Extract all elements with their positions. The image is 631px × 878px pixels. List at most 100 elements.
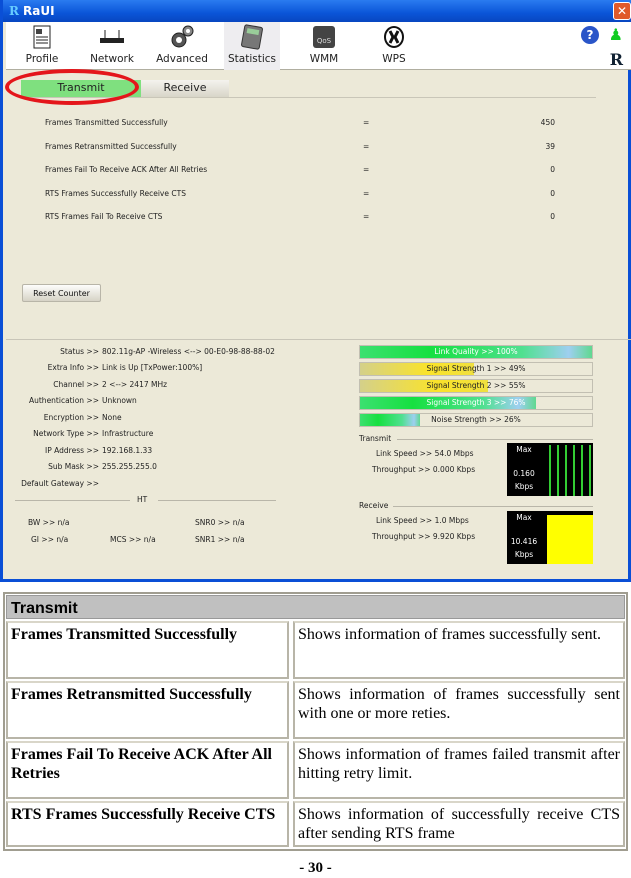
table-row: Frames Transmitted Successfully Shows in… bbox=[6, 621, 625, 679]
ht-snr1: SNR1 >> n/a bbox=[195, 535, 245, 544]
info-row: Channel >> bbox=[3, 380, 99, 392]
title-bar: R RaUI ✕ bbox=[3, 0, 631, 22]
toolbar-advanced-label: Advanced bbox=[156, 53, 208, 65]
receive-monitor: Max 10.416 Kbps bbox=[507, 511, 593, 564]
stat-eq: = bbox=[363, 212, 370, 221]
toolbar-network[interactable]: Network bbox=[84, 22, 140, 70]
stat-row: Frames Transmitted Successfully = 450 bbox=[45, 118, 565, 130]
table-desc: Shows information of successfully receiv… bbox=[293, 801, 625, 847]
toolbar-profile[interactable]: Profile bbox=[14, 22, 70, 70]
reset-counter-button[interactable]: Reset Counter bbox=[22, 284, 101, 302]
toolbar-advanced[interactable]: Advanced bbox=[154, 22, 210, 70]
stat-label: RTS Frames Successfully Receive CTS bbox=[45, 189, 186, 198]
signal-bar: Noise Strength >> 26% bbox=[359, 413, 593, 427]
toolbar-wmm[interactable]: QoS WMM bbox=[296, 22, 352, 70]
receive-max-value: 10.416 bbox=[510, 537, 538, 546]
wps-icon bbox=[366, 22, 422, 52]
ht-divider-left bbox=[15, 500, 130, 501]
toolbar-statistics[interactable]: Statistics bbox=[224, 22, 280, 70]
table-desc: Shows information of frames failed trans… bbox=[293, 741, 625, 799]
receive-section-title: Receive bbox=[359, 501, 389, 510]
info-key: Default Gateway >> bbox=[21, 479, 99, 488]
ht-divider-right bbox=[158, 500, 276, 501]
ht-mcs: MCS >> n/a bbox=[110, 535, 156, 544]
info-key: Encryption >> bbox=[43, 413, 99, 422]
signal-bar: Signal Strength 2 >> 55% bbox=[359, 379, 593, 393]
highlight-oval bbox=[5, 69, 139, 105]
table-term: Frames Transmitted Successfully bbox=[6, 621, 289, 679]
info-key: Sub Mask >> bbox=[48, 462, 99, 471]
signal-bar-label: Link Quality >> 100% bbox=[434, 347, 518, 356]
network-icon bbox=[84, 22, 140, 52]
signal-bar: Link Quality >> 100% bbox=[359, 345, 593, 359]
stat-label: Frames Transmitted Successfully bbox=[45, 118, 168, 127]
stat-row: Frames Fail To Receive ACK After All Ret… bbox=[45, 165, 565, 177]
toolbar-wmm-label: WMM bbox=[309, 53, 339, 65]
info-key: Authentication >> bbox=[28, 396, 99, 405]
info-value: None bbox=[102, 413, 122, 422]
page-number: - 30 - bbox=[299, 860, 332, 876]
app-logo-icon: R bbox=[9, 4, 19, 18]
toolbar-wps-label: WPS bbox=[382, 53, 406, 65]
stat-row: RTS Frames Fail To Receive CTS = 0 bbox=[45, 212, 565, 224]
info-value: Unknown bbox=[102, 396, 137, 405]
ralink-logo-icon: R bbox=[609, 50, 623, 69]
stat-value: 0 bbox=[550, 212, 555, 221]
stat-eq: = bbox=[363, 189, 370, 198]
info-row: Authentication >> bbox=[3, 396, 99, 408]
table-term: Frames Fail To Receive ACK After All Ret… bbox=[6, 741, 289, 799]
stat-eq: = bbox=[363, 142, 370, 151]
ht-bw: BW >> n/a bbox=[28, 518, 70, 527]
transmit-monitor: Max 0.160 Kbps bbox=[507, 443, 593, 496]
info-value: Link is Up [TxPower:100%] bbox=[102, 363, 203, 372]
close-button[interactable]: ✕ bbox=[613, 2, 631, 20]
signal-bar-label: Signal Strength 1 >> 49% bbox=[426, 364, 526, 373]
stat-value: 0 bbox=[550, 165, 555, 174]
stat-label: RTS Frames Fail To Receive CTS bbox=[45, 212, 163, 221]
svg-text:QoS: QoS bbox=[317, 37, 332, 45]
toolbar-wps[interactable]: WPS bbox=[366, 22, 422, 70]
signal-bar-label: Noise Strength >> 26% bbox=[431, 415, 521, 424]
section-divider bbox=[6, 339, 631, 340]
transmit-divider bbox=[397, 439, 593, 440]
stat-eq: = bbox=[363, 118, 370, 127]
info-value: 192.168.1.33 bbox=[102, 446, 153, 455]
info-row: Default Gateway >> bbox=[3, 479, 99, 491]
info-row: Network Type >> bbox=[3, 429, 99, 441]
signal-bars: Link Quality >> 100% Signal Strength 1 >>… bbox=[359, 345, 593, 430]
table-term: Frames Retransmitted Successfully bbox=[6, 681, 289, 739]
toolbar: Profile Network Advanced Statistics QoS … bbox=[6, 22, 631, 70]
stat-label: Frames Retransmitted Successfully bbox=[45, 142, 177, 151]
statistics-icon bbox=[224, 22, 280, 52]
info-row: Encryption >> bbox=[3, 413, 99, 425]
receive-graph bbox=[547, 515, 593, 564]
receive-throughput: Throughput >> 9.920 Kbps bbox=[372, 532, 476, 541]
signal-bar-label: Signal Strength 2 >> 55% bbox=[426, 381, 526, 390]
transmit-unit: Kbps bbox=[514, 482, 534, 491]
wmm-icon: QoS bbox=[296, 22, 352, 52]
info-key: Channel >> bbox=[53, 380, 99, 389]
profile-icon bbox=[14, 22, 70, 52]
signal-bar: Signal Strength 1 >> 49% bbox=[359, 362, 593, 376]
help-button[interactable]: ? bbox=[581, 26, 599, 44]
description-table: Transmit Frames Transmitted Successfully… bbox=[3, 592, 628, 851]
info-value: 2 <--> 2417 MHz bbox=[102, 380, 168, 389]
transmit-max-label: Max bbox=[516, 445, 532, 454]
signal-bar-label: Signal Strength 3 >> 76% bbox=[426, 398, 526, 407]
advanced-icon bbox=[154, 22, 210, 52]
info-key: Network Type >> bbox=[33, 429, 99, 438]
signal-bar: Signal Strength 3 >> 76% bbox=[359, 396, 593, 410]
transmit-section-title: Transmit bbox=[359, 434, 392, 443]
table-header: Transmit bbox=[6, 595, 625, 619]
tab-receive[interactable]: Receive bbox=[141, 80, 229, 97]
info-key: Status >> bbox=[60, 347, 99, 356]
stat-value: 0 bbox=[550, 189, 555, 198]
stat-label: Frames Fail To Receive ACK After All Ret… bbox=[45, 165, 208, 174]
table-row: Frames Retransmitted Successfully Shows … bbox=[6, 681, 625, 739]
transmit-graph bbox=[549, 445, 591, 496]
stat-row: RTS Frames Successfully Receive CTS = 0 bbox=[45, 189, 565, 201]
transmit-throughput: Throughput >> 0.000 Kbps bbox=[372, 465, 476, 474]
stat-value: 39 bbox=[545, 142, 555, 151]
receive-max-label: Max bbox=[516, 513, 532, 522]
window-title: RaUI bbox=[22, 4, 55, 18]
